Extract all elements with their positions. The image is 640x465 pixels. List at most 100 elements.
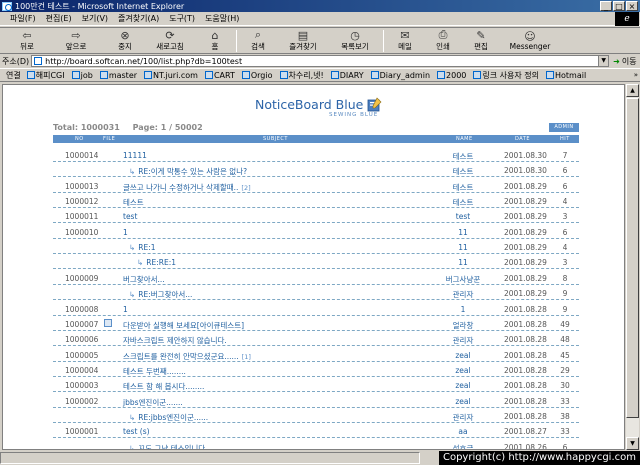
back-button[interactable]: ⇦ 뒤로 — [8, 28, 46, 54]
row-subject-link[interactable]: ↳ RE:이게 막통수 있는 사람은 없나? — [129, 166, 247, 177]
row-author[interactable]: 버그사냥꾼 — [428, 274, 498, 285]
table-row[interactable]: 1000014 11111 테스트 2001.08.30 7 — [53, 147, 579, 162]
row-subject-link[interactable]: 1 — [123, 305, 128, 314]
row-subject-link[interactable]: test (s) — [123, 427, 150, 436]
table-row[interactable]: 1000012 테스트 테스트 2001.08.29 4 — [53, 193, 579, 209]
row-subject-link[interactable]: 테스트 함 해 봅시다........ — [123, 381, 204, 392]
menu-file[interactable]: 파일(F) — [10, 13, 36, 24]
table-row[interactable]: ↳ RE:jbbs엔진이군...... 관리자 2001.08.28 38 — [53, 408, 579, 423]
table-row[interactable]: 1000008 1 1 2001.08.28 9 — [53, 301, 579, 316]
edit-button[interactable]: ✎ 편집 — [462, 28, 500, 54]
row-subject-link[interactable]: 11111 — [123, 151, 147, 160]
menu-favorites[interactable]: 즐겨찾기(A) — [118, 13, 159, 24]
row-subject-link[interactable]: 스크립트를 완전히 안막으셨군요...... [1] — [123, 351, 251, 362]
address-dropdown-icon[interactable]: ▼ — [598, 56, 609, 66]
link-item[interactable]: master — [99, 71, 137, 80]
link-item[interactable]: Hotmail — [545, 71, 586, 80]
link-item[interactable]: Orgio — [241, 71, 273, 80]
row-subject-link[interactable]: ↳ 꼬도 그냥 테스입니다 — [129, 443, 205, 449]
row-author[interactable]: test — [428, 212, 498, 221]
row-subject-link[interactable]: ↳ RE:RE:1 — [137, 258, 176, 267]
row-author[interactable]: 테스트 — [428, 166, 498, 177]
scroll-thumb[interactable] — [626, 98, 639, 418]
row-subject-link[interactable]: ↳ RE:1 — [129, 243, 156, 252]
mail-button[interactable]: ✉ 메일 — [386, 28, 424, 54]
link-item[interactable]: job — [71, 71, 93, 80]
row-subject-link[interactable]: 글쓰고 나가니 수정하거나 삭제할때.. [2] — [123, 182, 251, 193]
row-subject-link[interactable]: 자바스크립트 제안하지 않습니다. — [123, 335, 227, 346]
row-author[interactable]: 테스트 — [428, 182, 498, 193]
menu-help[interactable]: 도움말(H) — [205, 13, 239, 24]
row-subject-link[interactable]: 테스트 — [123, 197, 144, 208]
link-item[interactable]: 2000 — [437, 71, 466, 80]
row-subject-link[interactable]: 테스트 두번째........ — [123, 366, 186, 377]
table-row[interactable]: ↳ RE:1 11 2001.08.29 4 — [53, 239, 579, 255]
row-subject-link[interactable]: 1 — [123, 228, 128, 237]
table-row[interactable]: ↳ RE:이게 막통수 있는 사람은 없나? 테스트 2001.08.30 6 — [53, 162, 579, 178]
row-author[interactable]: 관리자 — [428, 289, 498, 300]
row-author[interactable]: 11 — [428, 243, 498, 252]
home-button[interactable]: ⌂ 홈 — [196, 28, 234, 54]
search-button[interactable]: ⌕ 검색 — [239, 28, 277, 54]
link-item[interactable]: CART — [204, 71, 235, 80]
menu-tools[interactable]: 도구(T) — [169, 13, 195, 24]
history-button[interactable]: ◷ 목록보기 — [329, 28, 381, 54]
row-subject-link[interactable]: jbbs엔진이군....... — [123, 397, 183, 408]
row-subject-link[interactable]: 다운받아 실행해 보세요[아이큐테스트] — [123, 320, 244, 331]
row-author[interactable]: zeal — [428, 397, 498, 406]
link-item[interactable]: NT.juri.com — [144, 71, 198, 80]
menu-view[interactable]: 보기(V) — [82, 13, 108, 24]
vertical-scrollbar[interactable]: ▲ ▼ — [626, 84, 639, 450]
row-subject-link[interactable]: 버그찾아서... — [123, 274, 165, 285]
row-subject-link[interactable]: ↳ RE:jbbs엔진이군...... — [129, 412, 208, 423]
link-item[interactable]: 링크 사용자 정의 — [473, 70, 539, 81]
row-author[interactable]: 테스트 — [428, 151, 498, 162]
close-button[interactable]: × — [626, 1, 638, 11]
maximize-button[interactable]: □ — [613, 1, 625, 11]
row-author[interactable]: 관리자 — [428, 335, 498, 346]
table-row[interactable]: ↳ RE:버그찾아서... 관리자 2001.08.29 9 — [53, 285, 579, 301]
row-author[interactable]: 11 — [428, 258, 498, 267]
row-author[interactable]: 얼라창 — [428, 320, 498, 331]
row-author[interactable]: 1 — [428, 305, 498, 314]
link-item[interactable]: DIARY — [330, 71, 364, 80]
link-item[interactable]: 해피CGI — [26, 70, 65, 81]
row-subject-link[interactable]: test — [123, 212, 137, 221]
row-author[interactable]: aa — [428, 427, 498, 436]
row-author[interactable]: 11 — [428, 228, 498, 237]
scroll-up-button[interactable]: ▲ — [626, 84, 639, 97]
stop-button[interactable]: ⊗ 중지 — [106, 28, 144, 54]
table-row[interactable]: 1000013 글쓰고 나가니 수정하거나 삭제할때.. [2] 테스트 2001.08… — [53, 178, 579, 193]
row-author[interactable]: zeal — [428, 381, 498, 390]
table-row[interactable]: 1000005 스크립트를 완전히 안막으셨군요...... [1] zeal 2001… — [53, 347, 579, 362]
table-row[interactable]: 1000004 테스트 두번째........ zeal 2001.08.28 29 — [53, 362, 579, 377]
messenger-button[interactable]: ☺ Messenger — [500, 28, 560, 54]
table-row[interactable]: 1000010 1 11 2001.08.29 6 — [53, 224, 579, 239]
row-author[interactable]: zeal — [428, 366, 498, 375]
attachment-icon[interactable] — [104, 318, 112, 327]
table-row[interactable]: 1000006 자바스크립트 제안하지 않습니다. 관리자 2001.08.28 48 — [53, 331, 579, 347]
table-row[interactable]: 1000007 다운받아 실행해 보세요[아이큐테스트] 얼라창 2001.08.28… — [53, 316, 579, 331]
admin-button[interactable]: ADMIN — [549, 123, 579, 132]
go-button[interactable]: ➜ 이동 — [613, 56, 636, 67]
minimize-button[interactable]: _ — [600, 1, 612, 11]
row-author[interactable]: zeal — [428, 351, 498, 360]
row-author[interactable]: 성호금 — [428, 443, 498, 449]
row-author[interactable]: 테스트 — [428, 197, 498, 208]
row-author[interactable]: 관리자 — [428, 412, 498, 423]
address-input[interactable]: http://board.softcan.net/100/list.php?db… — [31, 55, 610, 67]
table-row[interactable]: 1000011 test test 2001.08.29 3 — [53, 208, 579, 224]
link-item[interactable]: 차수리,넷! — [279, 70, 324, 81]
table-row[interactable]: 1000001 test (s) aa 2001.08.27 33 — [53, 423, 579, 439]
table-row[interactable]: 1000002 jbbs엔진이군....... zeal 2001.08.28 33 — [53, 393, 579, 408]
links-more-button[interactable]: » — [634, 71, 638, 79]
scroll-down-button[interactable]: ▼ — [626, 437, 639, 450]
print-button[interactable]: ⎙ 인쇄 — [424, 28, 462, 54]
refresh-button[interactable]: ⟳ 새로고침 — [144, 28, 196, 54]
forward-button[interactable]: ⇨ 앞으로 — [46, 28, 106, 54]
table-row[interactable]: 1000009 버그찾아서... 버그사냥꾼 2001.08.29 8 — [53, 270, 579, 285]
menu-edit[interactable]: 편집(E) — [46, 13, 72, 24]
link-item[interactable]: Diary_admin — [370, 71, 430, 80]
table-row[interactable]: 1000003 테스트 함 해 봅시다........ zeal 2001.08.28… — [53, 377, 579, 393]
row-subject-link[interactable]: ↳ RE:버그찾아서... — [129, 289, 192, 300]
